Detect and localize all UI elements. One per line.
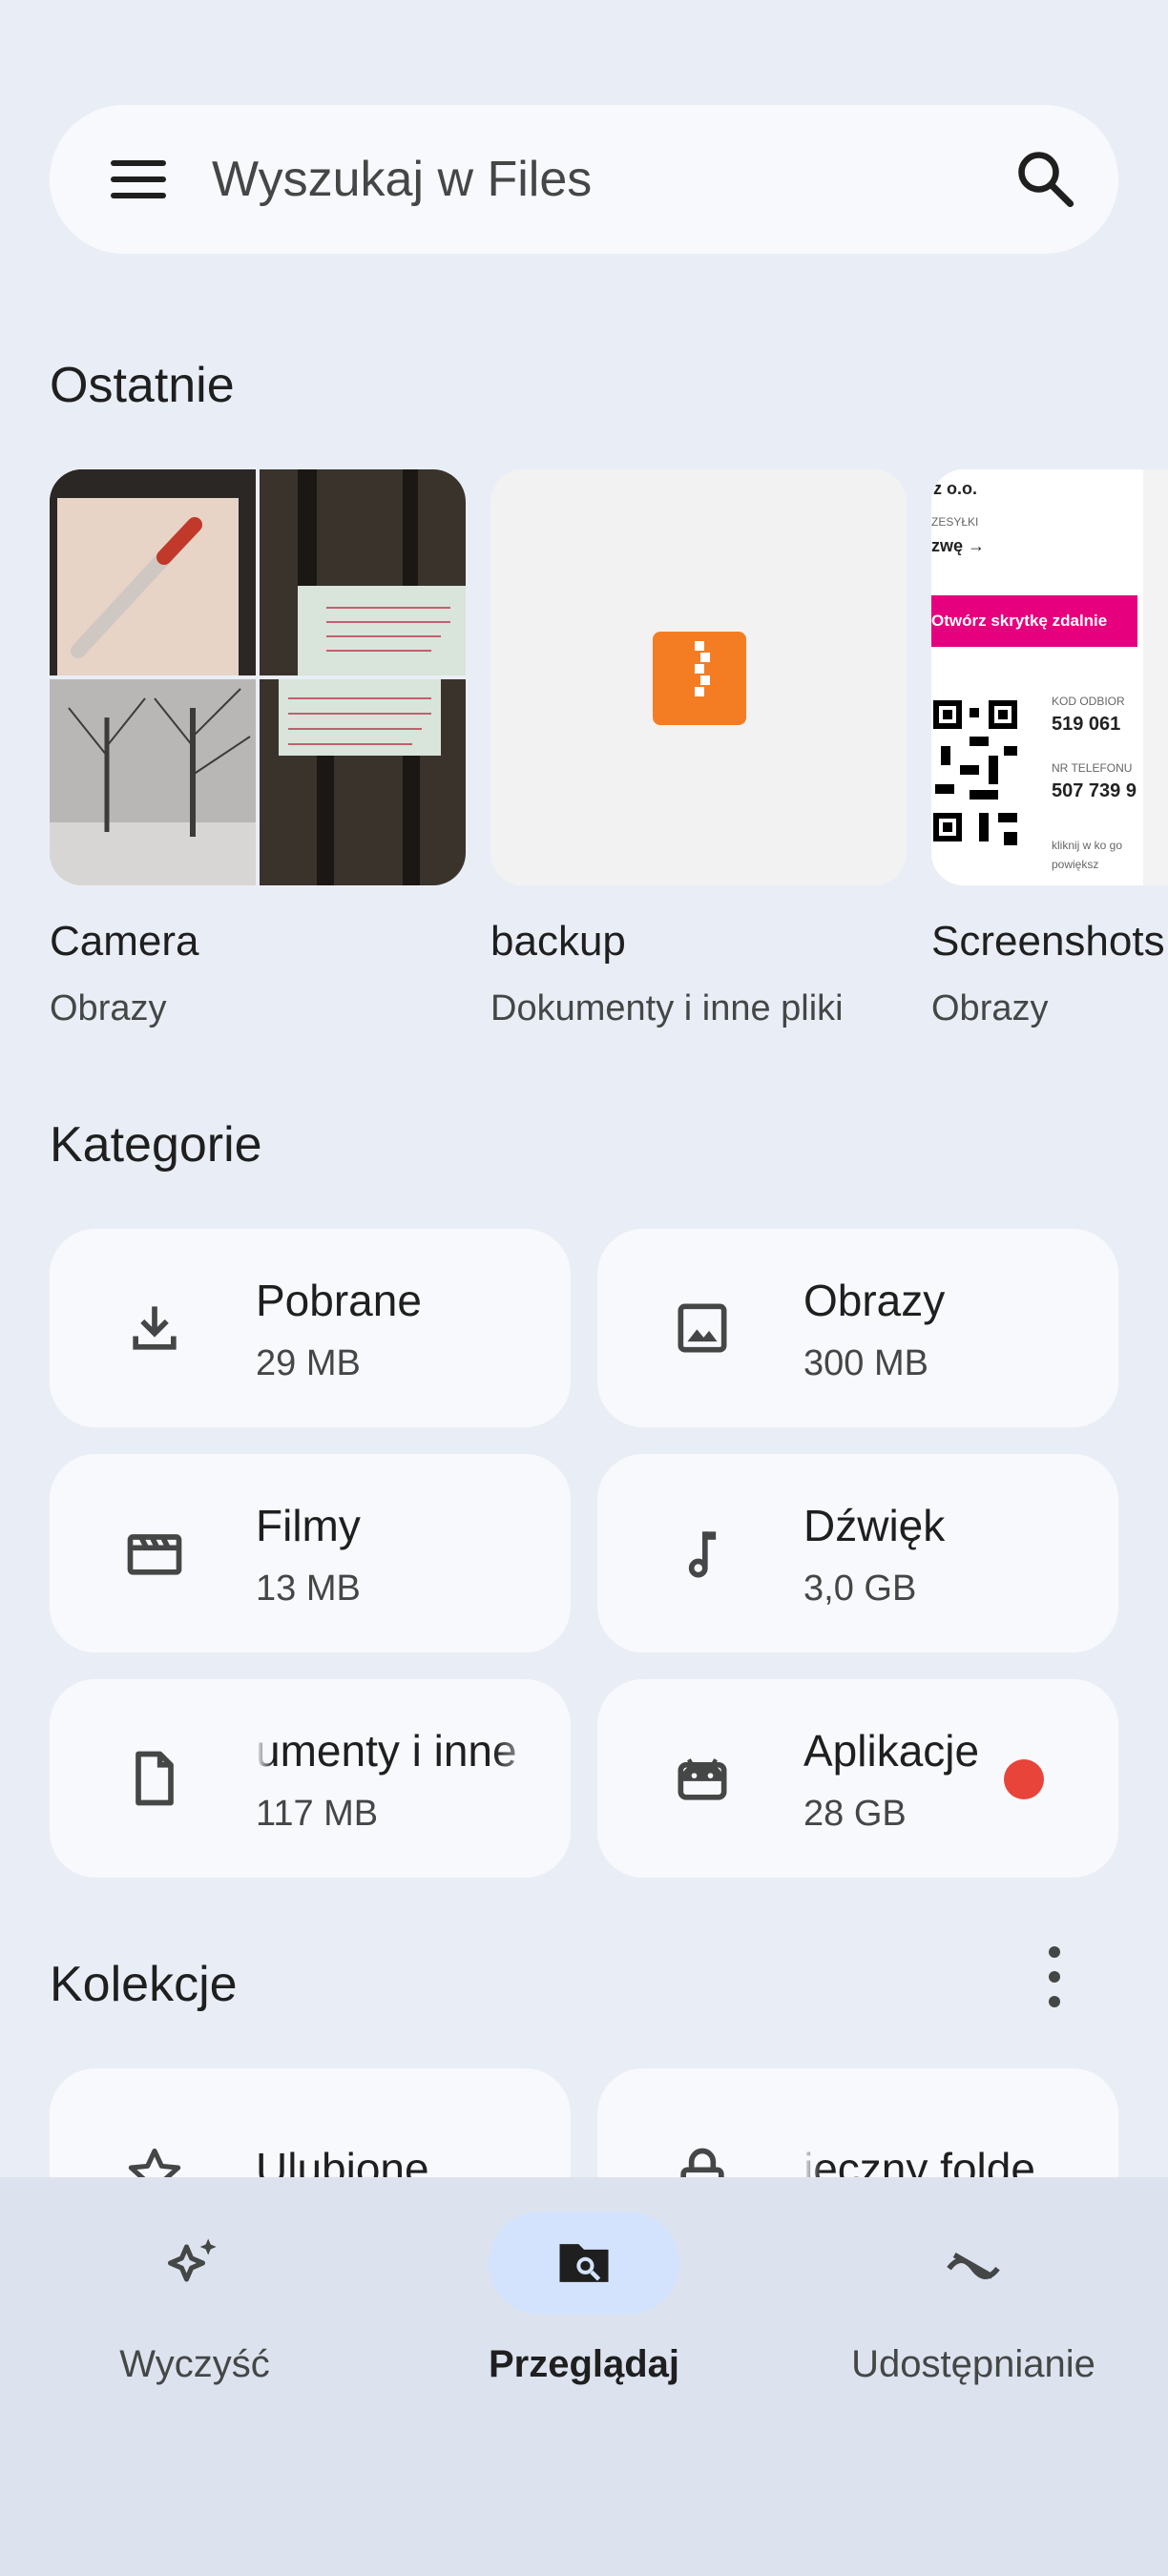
nav-browse[interactable]: Przeglądaj (389, 2212, 779, 2402)
recent-section-title: Ostatnie (50, 358, 235, 413)
category-label: Obrazy (803, 1276, 946, 1325)
category-label: Pobrane (256, 1276, 422, 1325)
recent-screenshots-name: Screenshots (931, 918, 1165, 965)
recent-camera-type: Obrazy (50, 988, 167, 1028)
screenshot-preview: z o.o. ZESYŁKI zwę → Otwórz skrytkę zdal… (931, 469, 1137, 885)
category-label: Dźwięk (803, 1501, 946, 1550)
category-size: 13 MB (256, 1568, 361, 1609)
nav-share[interactable]: Udostępnianie (779, 2212, 1168, 2402)
photo-thumbnail (50, 469, 256, 675)
recent-screenshots-thumbnail[interactable]: z o.o. ZESYŁKI zwę → Otwórz skrytkę zdal… (931, 469, 1168, 885)
recent-backup-name: backup (490, 918, 626, 965)
collections-section-title: Kolekcje (50, 1957, 238, 2012)
category-size: 3,0 GB (803, 1568, 917, 1609)
more-options-icon[interactable] (1040, 1946, 1069, 2009)
browse-folder-icon (559, 2244, 609, 2282)
category-label: Aplikacje (803, 1726, 980, 1776)
hamburger-menu-icon[interactable] (107, 153, 172, 206)
photo-thumbnail (50, 679, 256, 885)
category-size: 117 MB (256, 1794, 379, 1834)
recent-screenshots-type: Obrazy (931, 988, 1049, 1028)
category-audio[interactable]: Dźwięk 3,0 GB (597, 1454, 1118, 1652)
nav-label: Przeglądaj (488, 2343, 680, 2385)
nav-label: Wyczyść (119, 2343, 270, 2385)
zip-archive-icon (653, 632, 746, 725)
recent-backup-type: Dokumenty i inne pliki (490, 988, 844, 1028)
music-note-icon (688, 1531, 717, 1578)
category-label: umenty i inne (256, 1726, 517, 1776)
document-icon (136, 1751, 174, 1806)
category-size: 28 GB (803, 1794, 907, 1834)
category-label: Filmy (256, 1501, 361, 1550)
search-icon[interactable] (1012, 145, 1080, 214)
qr-code-icon (931, 698, 1021, 851)
image-icon (678, 1303, 727, 1353)
category-documents[interactable]: umenty i inne 117 MB (50, 1679, 571, 1878)
search-placeholder[interactable]: Wyszukaj w Files (212, 151, 592, 208)
movie-icon (127, 1534, 182, 1575)
bottom-navigation: Wyczyść Przeglądaj Udostępnianie (0, 2177, 1168, 2576)
categories-section-title: Kategorie (50, 1117, 262, 1173)
notification-dot-badge (1004, 1759, 1044, 1799)
recent-camera-name: Camera (50, 918, 199, 965)
sparkle-icon (167, 2238, 217, 2282)
photo-thumbnail (260, 679, 466, 885)
category-size: 300 MB (803, 1343, 928, 1383)
download-icon (133, 1306, 177, 1350)
category-images[interactable]: Obrazy 300 MB (597, 1229, 1118, 1427)
category-downloads[interactable]: Pobrane 29 MB (50, 1229, 571, 1427)
category-videos[interactable]: Filmy 13 MB (50, 1454, 571, 1652)
android-icon (678, 1758, 727, 1800)
recent-backup-thumbnail[interactable] (490, 469, 907, 885)
nav-label: Udostępnianie (851, 2343, 1095, 2385)
category-size: 29 MB (256, 1343, 361, 1383)
recent-camera-thumbnail[interactable] (50, 469, 466, 885)
search-bar[interactable]: Wyszukaj w Files (50, 105, 1118, 254)
photo-thumbnail (260, 469, 466, 675)
nav-clean[interactable]: Wyczyść (0, 2212, 389, 2402)
screenshot-preview-edge (1143, 469, 1168, 885)
share-swap-icon (947, 2253, 1000, 2279)
